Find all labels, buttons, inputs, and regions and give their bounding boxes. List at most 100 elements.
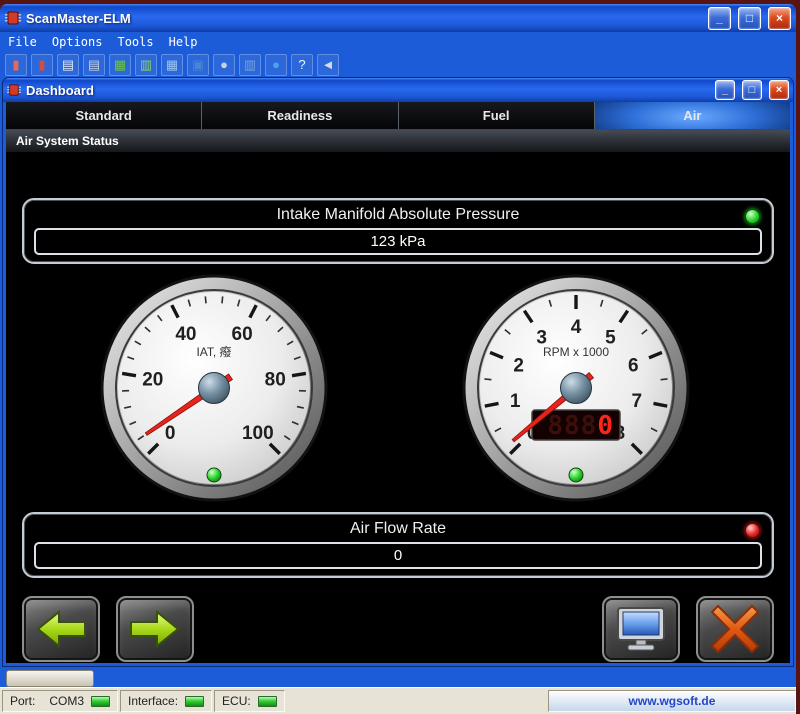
connect-icon[interactable]: ▮ [5, 54, 27, 76]
svg-text:1: 1 [510, 391, 521, 412]
tab-air[interactable]: Air [595, 102, 790, 129]
status-interface-cell: Interface: [120, 690, 212, 712]
save-icon-glyph: ▤ [88, 58, 100, 71]
monitor-icon [614, 606, 668, 652]
dashboard-chip-icon [7, 84, 21, 96]
menu-bar: File Options Tools Help [0, 32, 796, 52]
main-window-title: ScanMaster-ELM [26, 11, 701, 26]
dashboard-restore-button[interactable]: □ [742, 80, 762, 100]
dashboard-client: StandardReadinessFuelAir Air System Stat… [6, 102, 790, 663]
svg-text:RPM x 1000: RPM x 1000 [543, 345, 609, 359]
menu-help[interactable]: Help [169, 35, 198, 49]
gauge-iat: 020406080100IAT, 癈 [98, 272, 330, 504]
dashboard-minimize-button[interactable]: _ [715, 80, 735, 100]
menu-tools[interactable]: Tools [117, 35, 153, 49]
info-icon[interactable]: ● [265, 54, 287, 76]
wgsoft-link[interactable]: www.wgsoft.de [629, 694, 716, 708]
meter-icon[interactable]: ● [213, 54, 235, 76]
arrow-left-icon [35, 609, 87, 649]
airflow-status-led [745, 523, 760, 538]
port-label: Port: [10, 694, 35, 708]
section-title: Air System Status [6, 130, 790, 152]
svg-text:IAT, 癈: IAT, 癈 [196, 344, 231, 359]
arrow-right-icon [129, 609, 181, 649]
minimize-button[interactable]: _ [708, 7, 731, 30]
imap-status-led [745, 209, 760, 224]
status-ecu-cell: ECU: [214, 690, 285, 712]
port-value: COM3 [49, 694, 84, 708]
open-icon-glyph: ▤ [62, 58, 74, 71]
dashboard-close-button[interactable] [696, 596, 774, 662]
dashboard-title: Dashboard [26, 83, 708, 98]
exit-icon-glyph: ◄ [322, 58, 335, 71]
dashboard-close-window-button[interactable]: × [769, 80, 789, 100]
airflow-panel-title: Air Flow Rate [34, 518, 762, 540]
close-button[interactable]: × [768, 7, 791, 30]
tab-standard[interactable]: Standard [6, 102, 202, 129]
status-link-cell: www.wgsoft.de [548, 690, 796, 712]
help-icon[interactable]: ? [291, 54, 313, 76]
menu-file[interactable]: File [8, 35, 37, 49]
status-bar: Port: COM3 Interface: ECU: www.wgsoft.de [0, 687, 796, 714]
gauge-row: 020406080100IAT, 癈012345678RPM x 1000888… [6, 272, 790, 504]
menu-options[interactable]: Options [52, 35, 103, 49]
next-button[interactable] [116, 596, 194, 662]
ecu-label: ECU: [222, 694, 251, 708]
app-chip-icon [5, 11, 21, 25]
svg-text:100: 100 [242, 423, 274, 444]
toolbar: ▮ ▮ ▤ ▤ ▦ ▥ ▦ ▣ ● ▥ ●? ◄ [0, 52, 796, 77]
interface-label: Interface: [128, 694, 178, 708]
ecu-status-led [258, 696, 277, 707]
chip-icon[interactable]: ▮ [31, 54, 53, 76]
imap-panel: Intake Manifold Absolute Pressure 123 kP… [22, 198, 774, 264]
svg-text:20: 20 [142, 369, 163, 390]
svg-text:4: 4 [571, 317, 582, 338]
imap-panel-title: Intake Manifold Absolute Pressure [34, 204, 762, 226]
grid-icon[interactable]: ▦ [109, 54, 131, 76]
connect-icon-glyph: ▮ [12, 58, 19, 71]
interface-status-led [185, 696, 204, 707]
close-x-icon [710, 604, 760, 654]
airflow-panel: Air Flow Rate 0 [22, 512, 774, 578]
dashboard-icon[interactable]: ▣ [187, 54, 209, 76]
open-icon[interactable]: ▤ [57, 54, 79, 76]
table-icon[interactable]: ▦ [161, 54, 183, 76]
airflow-value: 0 [34, 542, 762, 569]
dashboard-icon-glyph: ▣ [192, 58, 204, 71]
tab-readiness[interactable]: Readiness [202, 102, 398, 129]
help-icon-glyph: ? [298, 58, 305, 71]
gauge-rpm: 012345678RPM x 10008880 [460, 272, 692, 504]
prev-button[interactable] [22, 596, 100, 662]
tab-bar: StandardReadinessFuelAir [6, 102, 790, 130]
table-icon-glyph: ▦ [166, 58, 178, 71]
chart-icon[interactable]: ▥ [239, 54, 261, 76]
status-spacer [285, 688, 546, 714]
svg-text:7: 7 [632, 391, 643, 412]
grid-icon-glyph: ▦ [114, 58, 126, 71]
status-port-cell: Port: COM3 [2, 690, 118, 712]
tab-fuel[interactable]: Fuel [399, 102, 595, 129]
chip-icon-glyph: ▮ [38, 58, 45, 71]
list-icon[interactable]: ▥ [135, 54, 157, 76]
scanmaster-window: ScanMaster-ELM _ □ × File Options Tools Hel… [0, 4, 796, 714]
svg-text:6: 6 [628, 355, 639, 376]
chart-icon-glyph: ▥ [244, 58, 256, 71]
main-titlebar[interactable]: ScanMaster-ELM _ □ × [0, 4, 796, 32]
svg-text:80: 80 [265, 369, 286, 390]
imap-value: 123 kPa [34, 228, 762, 255]
maximize-button[interactable]: □ [738, 7, 761, 30]
dashboard-window: Dashboard _ □ × StandardReadinessFuelAir… [2, 77, 794, 667]
main-client-area [0, 667, 796, 687]
dashboard-buttons [6, 596, 790, 662]
meter-icon-glyph: ● [220, 58, 228, 71]
exit-icon[interactable]: ◄ [317, 54, 339, 76]
dashboard-titlebar[interactable]: Dashboard _ □ × [3, 78, 793, 102]
svg-text:60: 60 [232, 324, 253, 345]
port-status-led [91, 696, 110, 707]
monitor-button[interactable] [602, 596, 680, 662]
svg-text:40: 40 [175, 324, 196, 345]
svg-text:2: 2 [513, 355, 524, 376]
background-panel-tab[interactable] [6, 670, 94, 687]
list-icon-glyph: ▥ [140, 58, 152, 71]
save-icon[interactable]: ▤ [83, 54, 105, 76]
